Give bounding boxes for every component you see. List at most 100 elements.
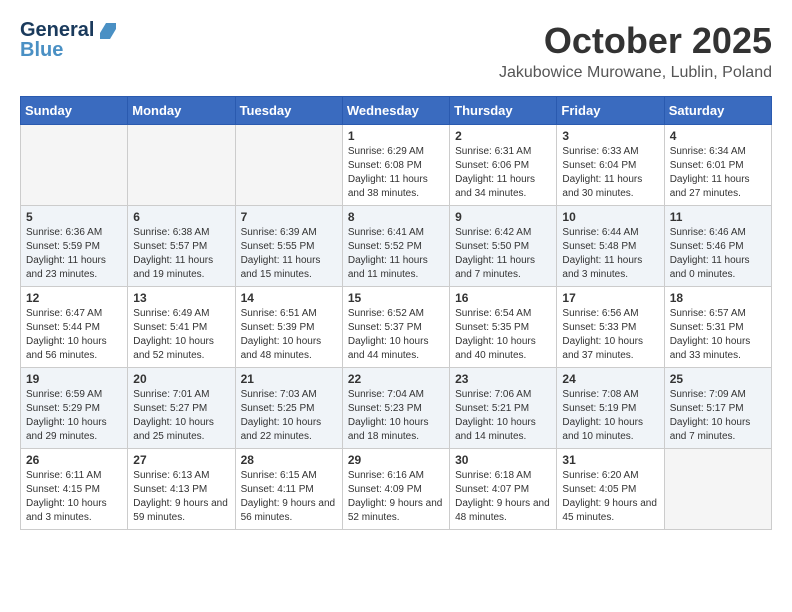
calendar-day-cell: 19Sunrise: 6:59 AMSunset: 5:29 PMDayligh… bbox=[21, 368, 128, 449]
day-info: Sunrise: 6:47 AMSunset: 5:44 PMDaylight:… bbox=[26, 307, 122, 363]
day-number: 2 bbox=[455, 129, 551, 143]
day-info: Sunrise: 6:44 AMSunset: 5:48 PMDaylight:… bbox=[562, 226, 658, 282]
logo-icon bbox=[100, 23, 116, 39]
day-number: 13 bbox=[133, 291, 229, 305]
calendar-day-cell: 7 Sunrise: 6:39 AMSunset: 5:55 PMDaylight… bbox=[235, 206, 342, 287]
day-number: 9 bbox=[455, 210, 551, 224]
calendar-day-cell: 3 Sunrise: 6:33 AMSunset: 6:04 PMDaylight… bbox=[557, 125, 664, 206]
day-info: Sunrise: 6:36 AMSunset: 5:59 PMDaylight:… bbox=[26, 226, 122, 282]
day-number: 27 bbox=[133, 453, 229, 467]
calendar-day-cell: 10 Sunrise: 6:44 AMSunset: 5:48 PMDayligh… bbox=[557, 206, 664, 287]
day-number: 10 bbox=[562, 210, 658, 224]
day-number: 29 bbox=[348, 453, 444, 467]
calendar-day-cell: 11 Sunrise: 6:46 AMSunset: 5:46 PMDayligh… bbox=[664, 206, 771, 287]
calendar-week-row: 19Sunrise: 6:59 AMSunset: 5:29 PMDayligh… bbox=[21, 368, 772, 449]
day-info: Sunrise: 6:56 AMSunset: 5:33 PMDaylight:… bbox=[562, 307, 658, 363]
day-number: 28 bbox=[241, 453, 337, 467]
day-info: Sunrise: 6:59 AMSunset: 5:29 PMDaylight:… bbox=[26, 388, 122, 444]
day-number: 15 bbox=[348, 291, 444, 305]
day-number: 22 bbox=[348, 372, 444, 386]
day-info: Sunrise: 6:29 AMSunset: 6:08 PMDaylight:… bbox=[348, 145, 444, 201]
calendar-day-cell: 17 Sunrise: 6:56 AMSunset: 5:33 PMDayligh… bbox=[557, 287, 664, 368]
calendar-day-cell: 27Sunrise: 6:13 AMSunset: 4:13 PMDayligh… bbox=[128, 449, 235, 530]
day-number: 3 bbox=[562, 129, 658, 143]
logo: General Blue bbox=[20, 20, 116, 60]
day-info: Sunrise: 7:06 AMSunset: 5:21 PMDaylight:… bbox=[455, 388, 551, 444]
day-number: 31 bbox=[562, 453, 658, 467]
weekday-header: Wednesday bbox=[342, 97, 449, 125]
calendar-day-cell: 21 Sunrise: 7:03 AMSunset: 5:25 PMDayligh… bbox=[235, 368, 342, 449]
empty-cell bbox=[235, 125, 342, 206]
calendar-day-cell: 30 Sunrise: 6:18 AMSunset: 4:07 PMDayligh… bbox=[450, 449, 557, 530]
calendar-title: October 2025 bbox=[499, 20, 772, 62]
calendar-day-cell: 8Sunrise: 6:41 AMSunset: 5:52 PMDaylight… bbox=[342, 206, 449, 287]
calendar-day-cell: 29 Sunrise: 6:16 AMSunset: 4:09 PMDayligh… bbox=[342, 449, 449, 530]
calendar-day-cell: 20Sunrise: 7:01 AMSunset: 5:27 PMDayligh… bbox=[128, 368, 235, 449]
day-number: 26 bbox=[26, 453, 122, 467]
day-info: Sunrise: 6:11 AMSunset: 4:15 PMDaylight:… bbox=[26, 469, 122, 525]
calendar-day-cell: 9 Sunrise: 6:42 AMSunset: 5:50 PMDaylight… bbox=[450, 206, 557, 287]
calendar-day-cell: 1 Sunrise: 6:29 AMSunset: 6:08 PMDaylight… bbox=[342, 125, 449, 206]
day-info: Sunrise: 7:08 AMSunset: 5:19 PMDaylight:… bbox=[562, 388, 658, 444]
calendar-day-cell: 26 Sunrise: 6:11 AMSunset: 4:15 PMDayligh… bbox=[21, 449, 128, 530]
day-number: 24 bbox=[562, 372, 658, 386]
calendar-header-row: SundayMondayTuesdayWednesdayThursdayFrid… bbox=[21, 97, 772, 125]
day-number: 6 bbox=[133, 210, 229, 224]
day-number: 18 bbox=[670, 291, 766, 305]
empty-cell bbox=[128, 125, 235, 206]
day-number: 21 bbox=[241, 372, 337, 386]
logo-general: General bbox=[20, 19, 94, 41]
day-number: 4 bbox=[670, 129, 766, 143]
day-info: Sunrise: 6:46 AMSunset: 5:46 PMDaylight:… bbox=[670, 226, 766, 282]
logo-blue: Blue bbox=[20, 40, 116, 60]
day-info: Sunrise: 6:33 AMSunset: 6:04 PMDaylight:… bbox=[562, 145, 658, 201]
calendar-subtitle: Jakubowice Murowane, Lublin, Poland bbox=[499, 64, 772, 82]
calendar-day-cell: 16Sunrise: 6:54 AMSunset: 5:35 PMDayligh… bbox=[450, 287, 557, 368]
day-info: Sunrise: 6:38 AMSunset: 5:57 PMDaylight:… bbox=[133, 226, 229, 282]
day-number: 1 bbox=[348, 129, 444, 143]
calendar-day-cell: 24 Sunrise: 7:08 AMSunset: 5:19 PMDayligh… bbox=[557, 368, 664, 449]
calendar-day-cell: 22Sunrise: 7:04 AMSunset: 5:23 PMDayligh… bbox=[342, 368, 449, 449]
day-info: Sunrise: 6:42 AMSunset: 5:50 PMDaylight:… bbox=[455, 226, 551, 282]
page-header: General Blue October 2025 Jakubowice Mur… bbox=[20, 20, 772, 82]
calendar-day-cell: 28Sunrise: 6:15 AMSunset: 4:11 PMDayligh… bbox=[235, 449, 342, 530]
title-area: October 2025 Jakubowice Murowane, Lublin… bbox=[499, 20, 772, 82]
day-info: Sunrise: 6:16 AMSunset: 4:09 PMDaylight:… bbox=[348, 469, 444, 525]
empty-cell bbox=[664, 449, 771, 530]
day-info: Sunrise: 6:39 AMSunset: 5:55 PMDaylight:… bbox=[241, 226, 337, 282]
calendar-day-cell: 14 Sunrise: 6:51 AMSunset: 5:39 PMDayligh… bbox=[235, 287, 342, 368]
day-number: 30 bbox=[455, 453, 551, 467]
calendar-day-cell: 12Sunrise: 6:47 AMSunset: 5:44 PMDayligh… bbox=[21, 287, 128, 368]
day-number: 7 bbox=[241, 210, 337, 224]
weekday-header: Tuesday bbox=[235, 97, 342, 125]
calendar-day-cell: 18 Sunrise: 6:57 AMSunset: 5:31 PMDayligh… bbox=[664, 287, 771, 368]
calendar-day-cell: 13 Sunrise: 6:49 AMSunset: 5:41 PMDayligh… bbox=[128, 287, 235, 368]
day-info: Sunrise: 6:49 AMSunset: 5:41 PMDaylight:… bbox=[133, 307, 229, 363]
calendar-day-cell: 6 Sunrise: 6:38 AMSunset: 5:57 PMDaylight… bbox=[128, 206, 235, 287]
empty-cell bbox=[21, 125, 128, 206]
day-info: Sunrise: 6:54 AMSunset: 5:35 PMDaylight:… bbox=[455, 307, 551, 363]
calendar-day-cell: 4Sunrise: 6:34 AMSunset: 6:01 PMDaylight… bbox=[664, 125, 771, 206]
day-number: 17 bbox=[562, 291, 658, 305]
calendar-day-cell: 31Sunrise: 6:20 AMSunset: 4:05 PMDayligh… bbox=[557, 449, 664, 530]
day-info: Sunrise: 6:52 AMSunset: 5:37 PMDaylight:… bbox=[348, 307, 444, 363]
day-number: 14 bbox=[241, 291, 337, 305]
calendar-day-cell: 15 Sunrise: 6:52 AMSunset: 5:37 PMDayligh… bbox=[342, 287, 449, 368]
day-info: Sunrise: 6:18 AMSunset: 4:07 PMDaylight:… bbox=[455, 469, 551, 525]
day-number: 11 bbox=[670, 210, 766, 224]
day-info: Sunrise: 7:01 AMSunset: 5:27 PMDaylight:… bbox=[133, 388, 229, 444]
day-number: 25 bbox=[670, 372, 766, 386]
calendar-day-cell: 23Sunrise: 7:06 AMSunset: 5:21 PMDayligh… bbox=[450, 368, 557, 449]
day-info: Sunrise: 7:03 AMSunset: 5:25 PMDaylight:… bbox=[241, 388, 337, 444]
weekday-header: Monday bbox=[128, 97, 235, 125]
weekday-header: Saturday bbox=[664, 97, 771, 125]
calendar-week-row: 1 Sunrise: 6:29 AMSunset: 6:08 PMDaylight… bbox=[21, 125, 772, 206]
day-info: Sunrise: 6:51 AMSunset: 5:39 PMDaylight:… bbox=[241, 307, 337, 363]
weekday-header: Friday bbox=[557, 97, 664, 125]
weekday-header: Thursday bbox=[450, 97, 557, 125]
calendar-day-cell: 25Sunrise: 7:09 AMSunset: 5:17 PMDayligh… bbox=[664, 368, 771, 449]
calendar-table: SundayMondayTuesdayWednesdayThursdayFrid… bbox=[20, 96, 772, 530]
calendar-week-row: 5 Sunrise: 6:36 AMSunset: 5:59 PMDaylight… bbox=[21, 206, 772, 287]
day-number: 5 bbox=[26, 210, 122, 224]
day-info: Sunrise: 6:57 AMSunset: 5:31 PMDaylight:… bbox=[670, 307, 766, 363]
